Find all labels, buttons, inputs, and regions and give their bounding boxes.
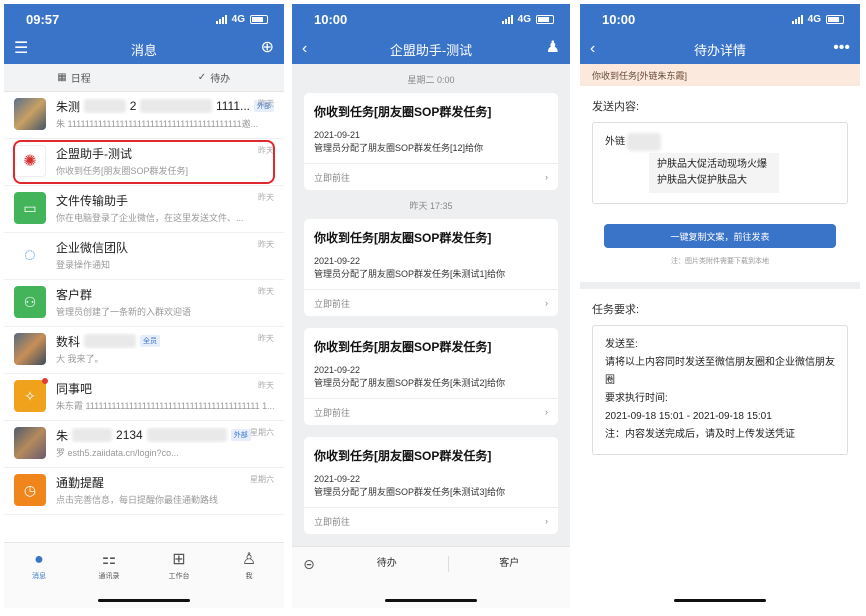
status-time: 10:00 — [314, 11, 348, 27]
segment-bar: ▦ 日程 ✓ 待办 — [4, 64, 284, 92]
profile-icon[interactable]: ♟ — [546, 39, 560, 57]
keyboard-icon[interactable]: ⊝ — [292, 555, 326, 573]
group-icon: ⚇ — [14, 286, 46, 318]
clock-icon: ◷ — [14, 474, 46, 506]
chevron-right-icon: › — [545, 298, 548, 308]
status-bar: 09:57 4G — [4, 4, 284, 34]
go-now-link[interactable]: 立即前往 › — [304, 289, 558, 316]
battery-icon — [536, 14, 554, 24]
group-avatar — [14, 333, 46, 365]
add-icon[interactable]: ⊕ — [261, 39, 274, 57]
back-icon[interactable]: ‹ — [590, 40, 595, 58]
chat-item[interactable]: 数科 全员大 我来了。 昨天 — [4, 327, 284, 374]
status-time: 09:57 — [26, 11, 60, 27]
home-indicator — [674, 599, 766, 602]
more-icon[interactable]: ••• — [833, 39, 850, 57]
signal-icon — [791, 14, 803, 24]
status-bar: 10:00 4G — [292, 4, 570, 34]
task-card[interactable]: 你收到任务[朋友圈SOP群发任务] 2021-09-22 管理员分配了朋友圈SOP群… — [304, 219, 558, 316]
battery-icon — [250, 14, 268, 24]
wework-logo-icon: ◌ — [14, 239, 46, 271]
content-text: 护肤品大促活动现场火爆护肤品大促护肤品大 — [649, 153, 779, 193]
signal-icon — [215, 14, 227, 24]
todo-detail-screen: 10:00 4G ‹ 待办详情 ••• 你收到任务[外链朱东霞] 发送内容: 外… — [580, 4, 860, 608]
task-card[interactable]: 你收到任务[朋友圈SOP群发任务] 2021-09-22 管理员分配了朋友圈SOP群… — [304, 437, 558, 534]
task-card[interactable]: 你收到任务[朋友圈SOP群发任务] 2021-09-21 管理员分配了朋友圈SOP群… — [304, 93, 558, 190]
home-indicator — [385, 599, 477, 602]
home-indicator — [98, 599, 190, 602]
status-bar: 10:00 4G — [580, 4, 860, 34]
go-now-link[interactable]: 立即前往 › — [304, 398, 558, 425]
check-circle-icon: ✓ — [197, 72, 207, 83]
network-label: 4G — [231, 13, 245, 25]
all-staff-tag: 全员 — [140, 335, 161, 347]
group-avatar — [14, 427, 46, 459]
chevron-right-icon: › — [545, 172, 548, 182]
schedule-tab[interactable]: ▦ 日程 — [4, 64, 144, 91]
chat-item[interactable]: ▭ 文件传输助手 你在电脑登录了企业微信，在这里发送文件、... 昨天 — [4, 186, 284, 233]
requirements-box: 发送至: 请将以上内容同时发送至微信朋友圈和企业微信朋友圈 要求执行时间: 20… — [592, 325, 848, 455]
chat-item[interactable]: ✧ 同事吧 朱东霞 1111111111111111111111111111111… — [4, 374, 284, 421]
network-label: 4G — [807, 13, 821, 25]
go-now-link[interactable]: 立即前往 › — [304, 163, 558, 190]
back-icon[interactable]: ‹ — [302, 40, 307, 58]
chat-item[interactable]: ◷ 通勤提醒 点击完善信息，每日提醒你最佳通勤路线 星期六 — [4, 468, 284, 515]
status-time: 10:00 — [602, 11, 636, 27]
customer-menu-button[interactable]: 客户 — [449, 555, 571, 573]
detail-header: ‹ 待办详情 ••• — [580, 34, 860, 64]
folder-icon: ▭ — [14, 192, 46, 224]
messages-header: ☰ 消息 ⊕ — [4, 34, 284, 64]
timestamp: 星期二 0:00 — [407, 75, 455, 85]
grid-icon: ⊞ — [172, 551, 186, 568]
network-label: 4G — [517, 13, 531, 25]
chat-item[interactable]: ⚇ 客户群 管理员创建了一条新的入群欢迎语 昨天 — [4, 280, 284, 327]
unread-dot — [42, 378, 48, 384]
battery-icon — [826, 14, 844, 24]
requirements-label: 任务要求: — [592, 304, 640, 316]
assistant-chat-screen: 10:00 4G ‹ 企盟助手-测试 ♟ 星期二 0:00 你收到任务[朋友圈S… — [292, 4, 570, 608]
chat-item[interactable]: 朱 2134 外部罗 esth5.zaiidata.cn/login?co... 星… — [4, 421, 284, 468]
messages-screen: 09:57 4G ☰ 消息 ⊕ ▦ 日程 ✓ 待办 朱测 2 1111... 外部朱 11… — [4, 4, 284, 608]
chevron-right-icon: › — [545, 407, 548, 417]
todo-tab[interactable]: ✓ 待办 — [144, 64, 284, 91]
signal-icon — [501, 14, 513, 24]
chevron-right-icon: › — [545, 516, 548, 526]
message-stream: 星期二 0:00 你收到任务[朋友圈SOP群发任务] 2021-09-21 管理员分… — [292, 64, 570, 534]
send-content-label: 发送内容: — [592, 101, 640, 113]
chat-item[interactable]: 朱测 2 1111... 外部朱 11111111111111111111111111… — [4, 92, 284, 139]
chat-bubble-icon: ● — [34, 551, 44, 568]
tab-messages[interactable]: ● 消息 — [4, 543, 74, 608]
page-title: 待办详情 — [693, 42, 746, 58]
go-now-link[interactable]: 立即前往 › — [304, 507, 558, 534]
highlight-box — [13, 140, 275, 184]
copy-and-post-button[interactable]: 一键复制文案，前往发表 — [604, 224, 836, 248]
attachment-note: 注：图片类附件需要下载到本地 — [671, 258, 769, 265]
timestamp: 昨天 17:35 — [409, 201, 453, 211]
external-tag: 外部 — [230, 429, 251, 441]
task-card[interactable]: 你收到任务[朋友圈SOP群发任务] 2021-09-22 管理员分配了朋友圈SOP群… — [304, 328, 558, 425]
org-chart-icon: ⚏ — [101, 551, 117, 568]
group-avatar — [14, 98, 46, 130]
todo-menu-button[interactable]: 待办 — [326, 555, 448, 573]
section-divider — [580, 282, 860, 289]
menu-icon[interactable]: ☰ — [14, 40, 28, 58]
page-title: 消息 — [130, 42, 157, 58]
task-notice: 你收到任务[外链朱东霞] — [580, 64, 860, 86]
chat-header: ‹ 企盟助手-测试 ♟ — [292, 34, 570, 64]
calendar-icon: ▦ — [57, 72, 67, 83]
content-box: 外链 护肤品大促活动现场火爆护肤品大促护肤品大 — [592, 122, 848, 204]
tab-me[interactable]: ♙ 我 — [214, 543, 284, 608]
chat-item[interactable]: ◌ 企业微信团队 登录操作通知 昨天 — [4, 233, 284, 280]
page-title: 企盟助手-测试 — [389, 42, 473, 58]
person-icon: ♙ — [241, 551, 257, 568]
colleague-icon: ✧ — [14, 378, 48, 412]
